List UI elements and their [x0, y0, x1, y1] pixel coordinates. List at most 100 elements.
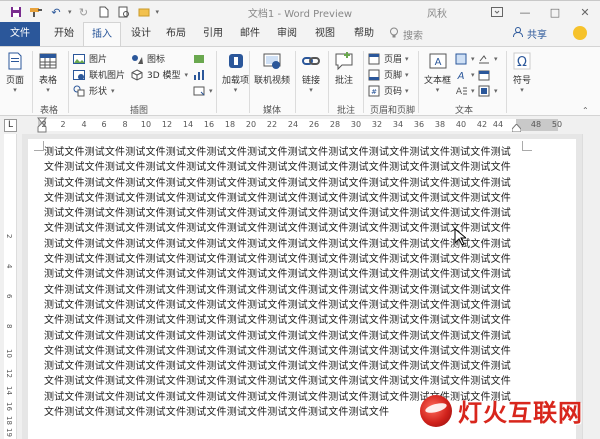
user-name[interactable]: 风秋 — [427, 5, 447, 20]
page-number-button[interactable]: # 页码 ▾ — [368, 83, 409, 98]
tab-review[interactable]: 审阅 — [268, 22, 306, 46]
ruler-tick: 40 — [455, 120, 467, 129]
tell-me-search[interactable]: 搜索 — [389, 27, 423, 42]
icons-button[interactable]: 图标 — [131, 51, 165, 66]
ruler-tick: 50 — [551, 120, 563, 129]
share-button[interactable]: 共享 — [512, 26, 547, 41]
header-button[interactable]: 页眉 ▾ — [368, 51, 409, 66]
online-pictures-button[interactable]: 联机图片 — [73, 67, 125, 82]
chevron-up-icon: ⌃ — [582, 106, 589, 115]
pages-label: 页面 — [5, 76, 24, 86]
group-label-illustrations: 插图 — [130, 106, 149, 116]
close-button[interactable]: ✕ — [570, 1, 600, 23]
maximize-button[interactable]: □ — [540, 1, 570, 23]
ruler-tick: 10 — [140, 120, 152, 129]
margin-corner — [34, 141, 44, 151]
quick-parts-icon — [455, 53, 467, 64]
tab-help[interactable]: 帮助 — [344, 22, 384, 46]
pictures-button[interactable]: 图片 — [73, 51, 107, 66]
ruler-tick: 42 — [476, 120, 488, 129]
tab-layout[interactable]: 布局 — [158, 22, 194, 46]
ruler-tick: 14 — [5, 386, 13, 395]
3d-models-button[interactable]: 3D 模型 ▾ — [131, 67, 188, 82]
omega-icon: Ω — [513, 52, 531, 70]
tab-selector[interactable]: L — [4, 119, 17, 132]
smartart-button[interactable] — [193, 51, 209, 66]
link-icon — [302, 57, 320, 65]
table-label: 表格 — [38, 76, 57, 86]
ruler-tick: 2 — [41, 120, 47, 129]
ribbon-tabs: 文件 开始 插入 设计 布局 引用 邮件 审阅 视图 帮助 搜索 共享 — [0, 22, 600, 46]
footer-button[interactable]: 页脚 ▾ — [368, 67, 409, 82]
chart-button[interactable] — [193, 67, 209, 82]
wordart-button[interactable]: A ▾ — [455, 67, 475, 82]
ruler-tick: 38 — [434, 120, 446, 129]
vertical-scrollbar[interactable] — [582, 134, 596, 439]
textbox-button[interactable]: A 文本框 ▾ — [424, 51, 451, 94]
signature-line-button[interactable]: ▾ — [478, 51, 498, 66]
tab-design[interactable]: 设计 — [123, 22, 159, 46]
online-video-button[interactable]: 联机视频 — [254, 51, 290, 86]
table-icon — [39, 53, 57, 69]
ruler-tick: 2 — [60, 120, 66, 129]
ruler-tick: 6 — [5, 294, 13, 299]
table-button[interactable]: 表格 ▾ — [38, 51, 58, 94]
comment-button[interactable]: 批注 — [334, 51, 354, 86]
horizontal-ruler: L 2 2 4 6 8 10 12 14 16 18 20 22 24 26 2… — [0, 116, 600, 134]
chevron-down-icon: ▾ — [405, 70, 409, 79]
ruler-tick: 2 — [5, 234, 13, 239]
tab-references[interactable]: 引用 — [194, 22, 232, 46]
chart-icon — [194, 69, 204, 80]
chevron-down-icon: ▾ — [111, 86, 115, 95]
links-button[interactable]: 链接 ▾ — [301, 51, 321, 94]
watermark-text: 灯火互联网 — [458, 399, 583, 427]
online-video-label: 联机视频 — [254, 76, 291, 86]
tab-view[interactable]: 视图 — [306, 22, 344, 46]
calendar-icon — [478, 70, 490, 80]
addins-button[interactable]: 加载项 ▾ — [222, 51, 249, 94]
minimize-button[interactable]: — — [510, 1, 540, 23]
lightbulb-icon — [389, 27, 399, 42]
tab-mailings[interactable]: 邮件 — [232, 22, 268, 46]
right-indent-marker-icon[interactable] — [512, 124, 521, 132]
chevron-down-icon: ▾ — [520, 86, 524, 94]
tab-insert[interactable]: 插入 — [83, 22, 121, 46]
feedback-smiley-icon[interactable] — [573, 26, 587, 40]
divider — [418, 51, 419, 113]
screenshot-button[interactable]: ▾ — [193, 83, 213, 98]
object-button[interactable]: ▾ — [478, 83, 498, 98]
svg-text:#: # — [371, 88, 377, 96]
group-label-text: 文本 — [455, 106, 474, 116]
ruler-tick: 32 — [371, 120, 383, 129]
document-body-text[interactable]: 测试文件测试文件测试文件测试文件测试文件测试文件测试文件测试文件测试文件测试文件… — [44, 145, 520, 420]
symbols-button[interactable]: Ω 符号 ▾ — [512, 51, 532, 94]
chevron-down-icon: ▾ — [46, 86, 50, 94]
addins-icon — [228, 54, 243, 68]
group-label-media: 媒体 — [263, 106, 282, 116]
svg-text:A: A — [434, 57, 441, 68]
signature-icon — [479, 54, 489, 63]
quick-parts-button[interactable]: ▾ — [455, 51, 475, 66]
ruler-tick: 28 — [329, 120, 341, 129]
shapes-button[interactable]: 形状 ▾ — [73, 83, 115, 98]
pages-button[interactable]: 页面 ▾ — [5, 51, 25, 94]
ruler-tick: 16 — [5, 402, 13, 411]
ruler-tick: 4 — [5, 264, 13, 269]
ruler-tick: 18 — [5, 416, 13, 425]
shapes-icon — [73, 85, 85, 96]
tab-home[interactable]: 开始 — [44, 22, 84, 46]
ruler-tick: 26 — [308, 120, 320, 129]
ribbon-display-icon[interactable] — [484, 1, 510, 23]
ribbon-insert: 页面 ▾ 表格 ▾ 表格 图片 图标 联机图片 3D 模型 ▾ 形状 ▾ ▾ 插… — [0, 46, 600, 116]
tab-file[interactable]: 文件 — [0, 22, 40, 46]
chevron-down-icon: ▾ — [209, 86, 213, 95]
textbox-icon: A — [429, 53, 446, 69]
ruler-tick: 14 — [182, 120, 194, 129]
ruler-tick: 24 — [287, 120, 299, 129]
online-video-icon — [263, 53, 281, 69]
chevron-down-icon: ▾ — [471, 54, 475, 63]
page-number-icon: # — [368, 85, 380, 96]
drop-cap-button[interactable]: A ▾ — [455, 83, 475, 98]
date-time-button[interactable] — [478, 67, 494, 82]
icons-icon — [132, 54, 143, 64]
